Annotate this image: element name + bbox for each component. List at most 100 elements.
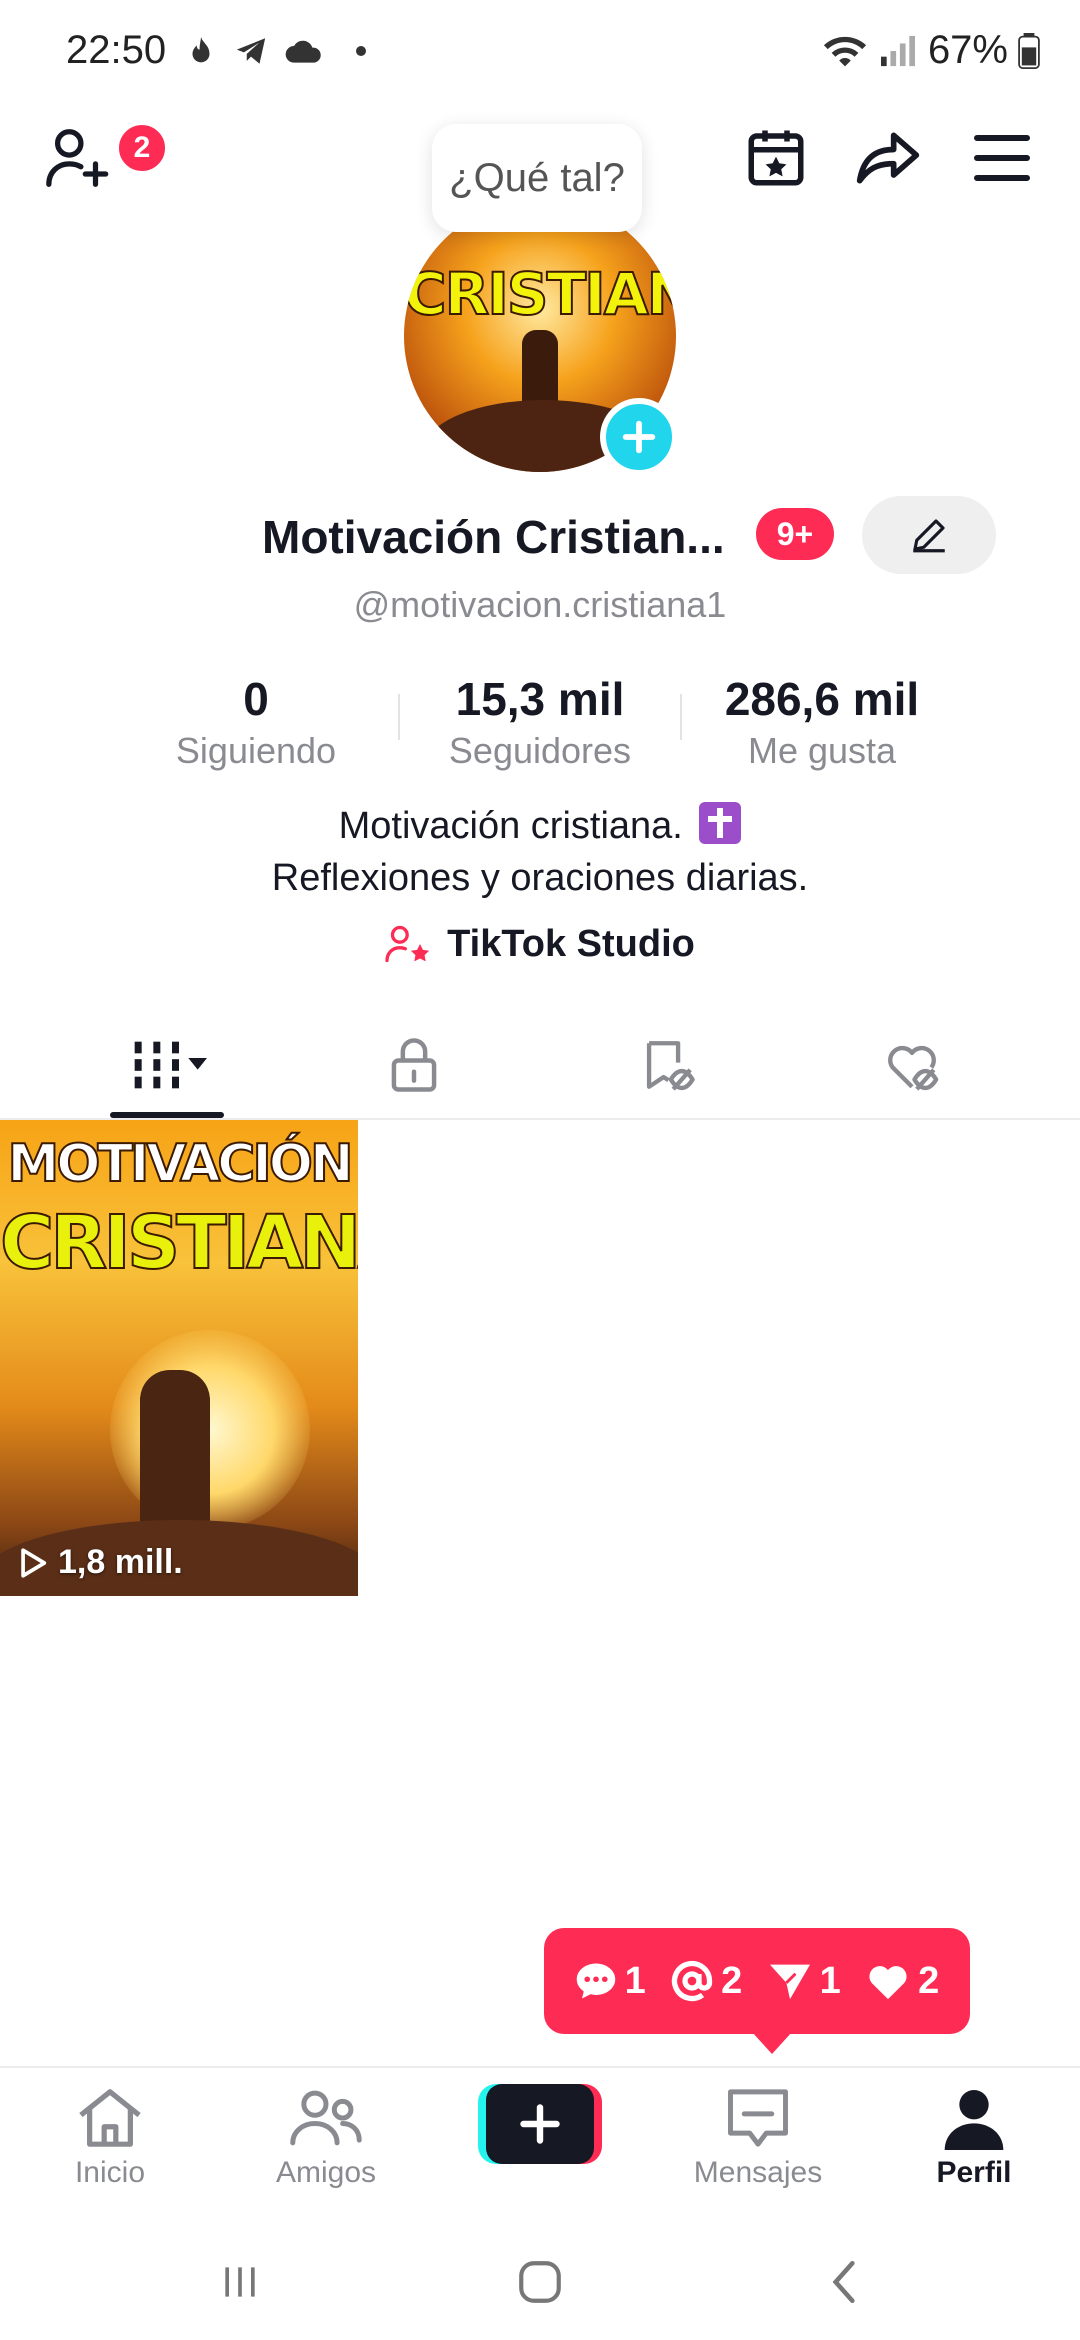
pencil-icon: [913, 519, 945, 553]
activity-likes: 2: [866, 1960, 939, 2003]
thumbnail-title-bottom: CRISTIANA: [0, 1199, 358, 1287]
add-friend-button[interactable]: 2: [38, 118, 168, 198]
bottom-nav: Inicio Amigos Mensajes Perfil: [0, 2066, 1080, 2216]
followers-stat[interactable]: 15,3 mil Seguidores: [410, 672, 670, 772]
back-button[interactable]: [814, 2252, 874, 2312]
avatar-text: CRISTIANA: [404, 259, 676, 329]
cloud-icon: [285, 40, 321, 63]
status-notification-icons: [184, 34, 366, 68]
nav-inbox[interactable]: Mensajes: [688, 2086, 828, 2190]
heart-icon: [869, 1966, 907, 2000]
comment-icon: [576, 1963, 615, 1999]
calendar-star-icon: [748, 130, 804, 186]
plus-icon: [622, 420, 656, 454]
profile-icon: [944, 2090, 1004, 2150]
status-time: 22:50: [66, 28, 167, 72]
friends-icon: [290, 2090, 362, 2146]
share-profile-button[interactable]: [848, 118, 928, 198]
heart-hidden-icon: [888, 1045, 939, 1091]
dot-icon: [356, 46, 366, 56]
nav-profile-label: Perfil: [936, 2156, 1012, 2189]
inbox-message-icon: [728, 2089, 788, 2147]
add-friend-icon: [46, 129, 109, 187]
bio: Motivación cristiana. Reflexiones y orac…: [0, 800, 1080, 904]
thumbnail-title-top: MOTIVACIÓN: [7, 1133, 355, 1195]
following-label: Siguiendo: [175, 730, 337, 771]
stat-divider: [398, 694, 400, 740]
followers-value: 15,3 mil: [455, 673, 625, 725]
bio-line-2: Reflexiones y oraciones diarias.: [271, 857, 809, 899]
following-stat[interactable]: 0 Siguiendo: [126, 672, 386, 772]
at-mention-icon: [672, 1960, 713, 2002]
username-handle: @motivacion.cristiana1: [353, 584, 727, 625]
add-story-button[interactable]: [600, 398, 678, 476]
battery-icon: [1018, 32, 1040, 69]
flame-icon: [192, 36, 210, 63]
nav-inbox-label: Mensajes: [693, 2156, 823, 2189]
menu-icon: [974, 135, 1030, 181]
mood-prompt-bubble[interactable]: ¿Qué tal?: [432, 124, 642, 232]
tab-active-indicator: [110, 1112, 224, 1118]
profile-tabs: [0, 1016, 1080, 1120]
friend-requests-badge: 2: [116, 122, 168, 174]
bookmark-hidden-icon: [646, 1041, 695, 1091]
recents-button[interactable]: [210, 2252, 270, 2312]
videos-grid-dropdown-icon: [134, 1041, 207, 1089]
tiktok-studio-link[interactable]: TikTok Studio: [0, 922, 1080, 966]
activity-mentions-count: 2: [721, 1959, 743, 2002]
name-badge[interactable]: 9+: [756, 508, 834, 560]
status-right: 67%: [822, 28, 1040, 73]
share-icon: [856, 132, 920, 184]
back-chevron-icon: [832, 2260, 855, 2304]
followers-label: Seguidores: [448, 730, 632, 771]
tab-private[interactable]: [354, 1030, 474, 1100]
nav-home[interactable]: Inicio: [40, 2086, 180, 2190]
following-value: 0: [243, 673, 269, 725]
tab-reposts[interactable]: [606, 1030, 726, 1100]
status-bar: 22:50 67%: [0, 0, 1080, 100]
plus-icon: [520, 2104, 560, 2144]
nav-friends-label: Amigos: [275, 2156, 377, 2189]
profile-stats: 0 Siguiendo 15,3 mil Seguidores 286,6 mi…: [0, 672, 1080, 782]
name-row: Motivación Cristian... 9+: [0, 496, 1080, 576]
bio-line-1: Motivación cristiana.: [0, 800, 1080, 852]
activity-comments-count: 1: [624, 1959, 646, 2002]
tab-videos[interactable]: [112, 1030, 232, 1100]
likes-label: Me gusta: [747, 730, 897, 771]
activity-mentions: 2: [671, 1960, 742, 2003]
signal-icon: [880, 35, 915, 66]
play-icon: [21, 1547, 47, 1578]
likes-stat[interactable]: 286,6 mil Me gusta: [692, 672, 952, 772]
nav-friends[interactable]: Amigos: [256, 2086, 396, 2190]
create-button[interactable]: [478, 2084, 602, 2164]
tab-liked[interactable]: [852, 1030, 972, 1100]
activity-bubble[interactable]: 1 2 1 2: [544, 1928, 970, 2054]
bio-line-1-text: Motivación cristiana.: [338, 805, 683, 847]
calendar-button[interactable]: [736, 118, 816, 198]
send-icon: [769, 1964, 810, 2000]
home-circle-icon: [519, 2261, 561, 2303]
wifi-icon: [823, 36, 867, 66]
activity-comments: 1: [575, 1960, 646, 2003]
display-name: Motivación Cristian...: [262, 511, 725, 563]
home-button[interactable]: [510, 2252, 570, 2312]
recents-icon: [225, 2267, 255, 2297]
creator-star-icon: [385, 925, 430, 963]
telegram-icon: [236, 38, 266, 64]
lock-icon: [391, 1038, 437, 1092]
menu-button[interactable]: [962, 118, 1042, 198]
create-button-core: [486, 2084, 594, 2164]
activity-shares-count: 1: [819, 1959, 841, 2002]
latin-cross-icon: [699, 802, 742, 844]
battery-percent: 67%: [927, 28, 1008, 72]
system-nav-bar: [0, 2216, 1080, 2340]
video-thumbnail[interactable]: MOTIVACIÓN CRISTIANA 1,8 mill.: [0, 1120, 358, 1596]
activity-shares: 1: [768, 1960, 841, 2003]
edit-profile-button[interactable]: [862, 496, 996, 574]
home-icon: [79, 2089, 141, 2147]
stat-divider: [680, 694, 682, 740]
activity-likes-count: 2: [918, 1959, 940, 2002]
view-count: 1,8 mill.: [18, 1543, 183, 1582]
likes-value: 286,6 mil: [724, 673, 920, 725]
nav-profile[interactable]: Perfil: [904, 2086, 1044, 2190]
